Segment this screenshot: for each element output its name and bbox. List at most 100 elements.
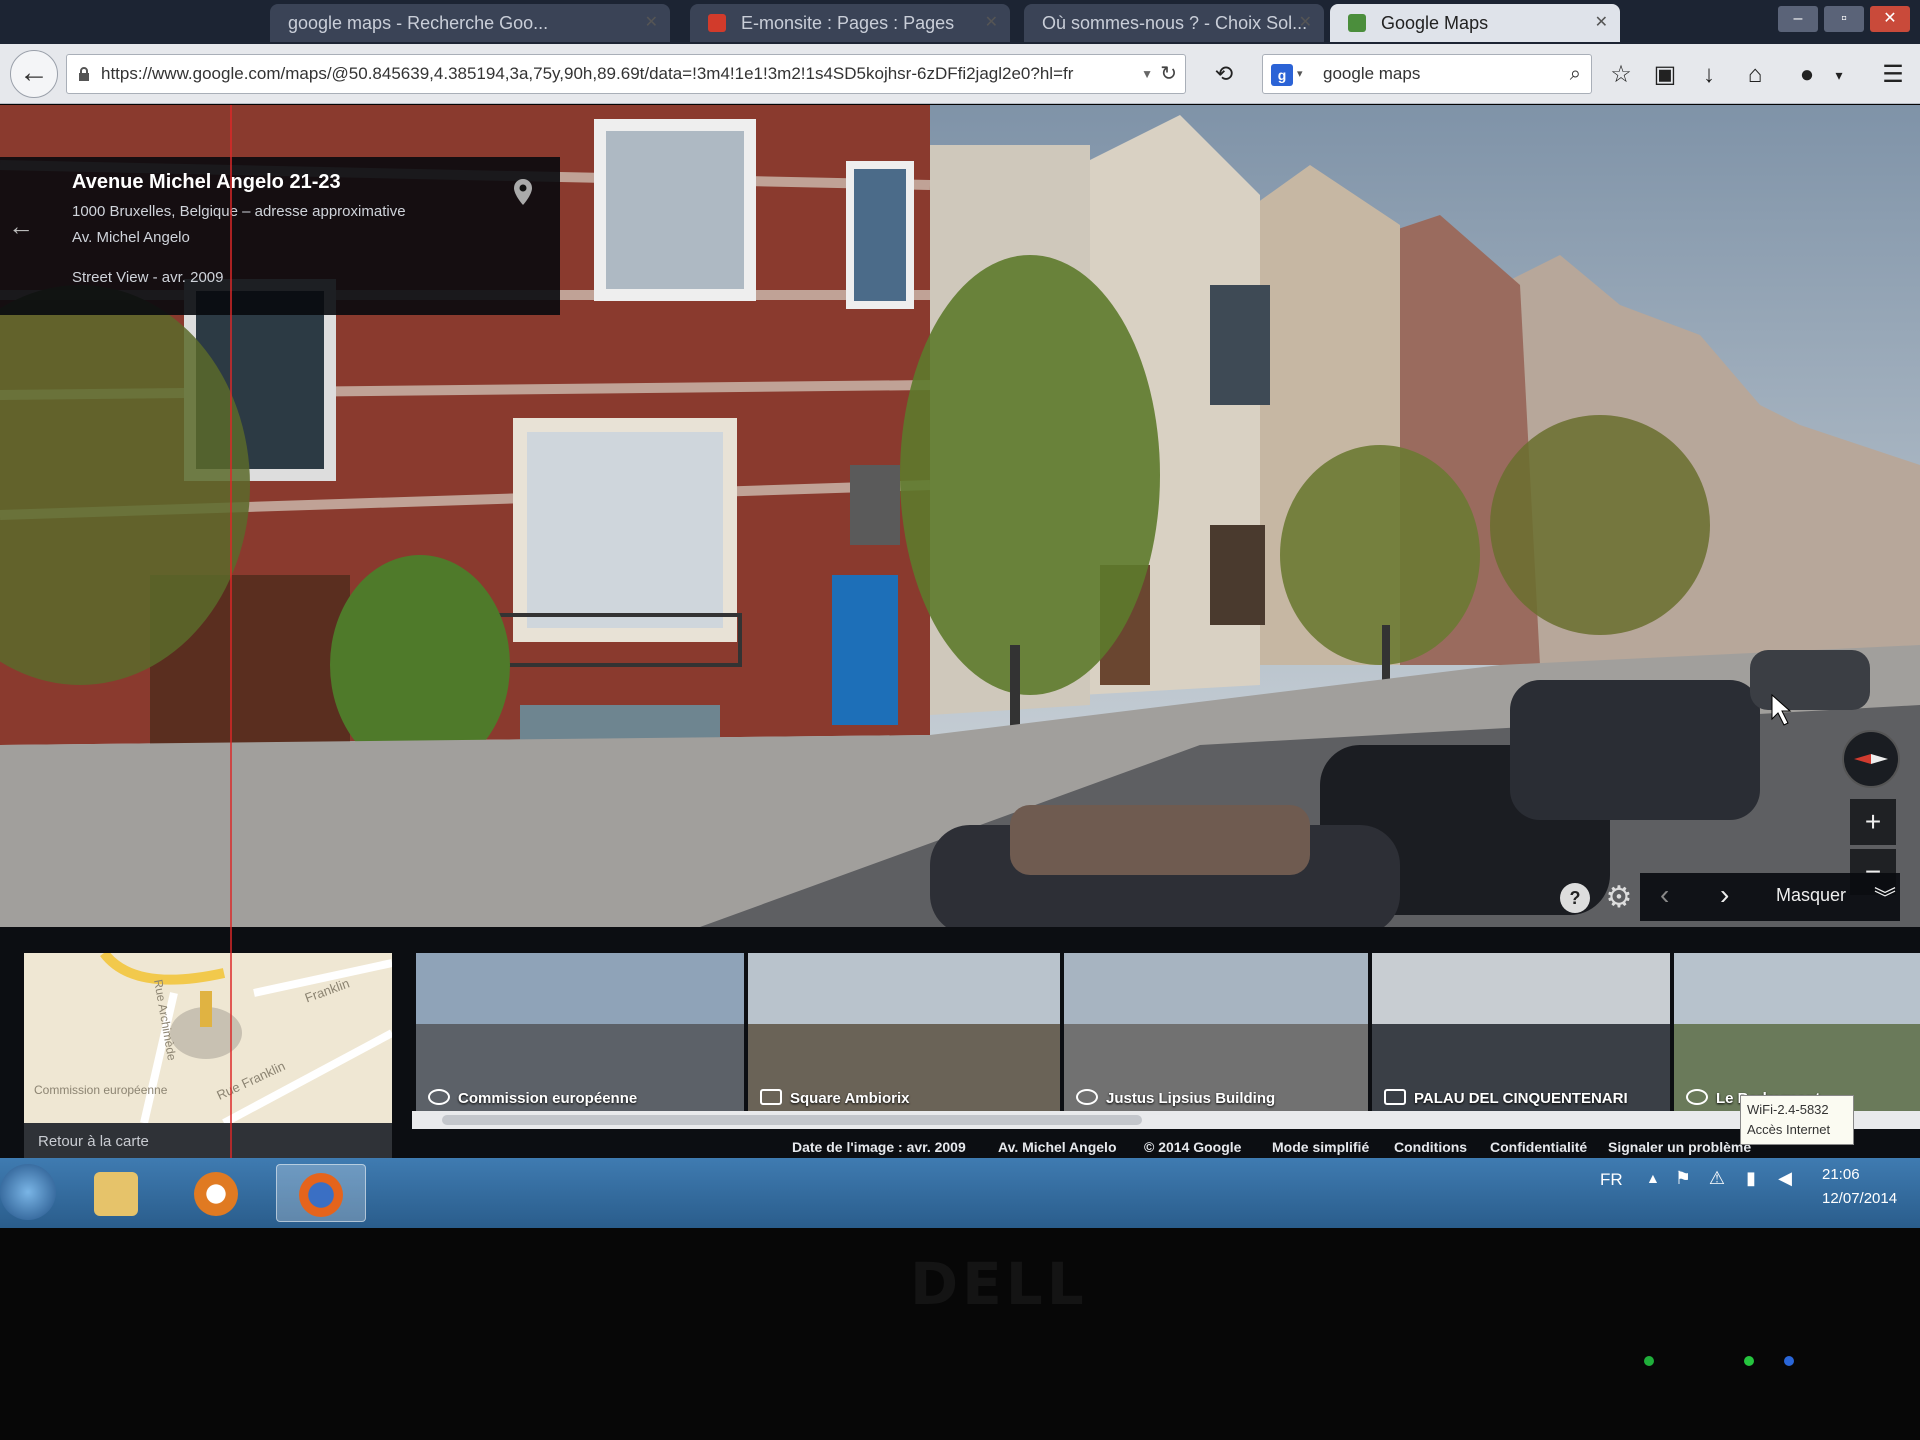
- show-hidden-icons-icon[interactable]: ▲: [1646, 1170, 1660, 1186]
- start-button-icon[interactable]: [0, 1164, 56, 1220]
- addon-dropdown-icon[interactable]: ▾: [1822, 58, 1856, 92]
- clock-time[interactable]: 21:06: [1822, 1166, 1860, 1183]
- taskbar-firefox[interactable]: [276, 1164, 366, 1222]
- window-controls: – ▫ ✕: [1778, 6, 1910, 32]
- clock-date[interactable]: 12/07/2014: [1822, 1190, 1897, 1207]
- action-center-flag-icon[interactable]: ⚑: [1672, 1168, 1694, 1190]
- carousel-scrollbar[interactable]: [412, 1111, 1920, 1129]
- carousel-thumb[interactable]: Justus Lipsius Building: [1064, 953, 1368, 1111]
- carousel-scrollbar-thumb[interactable]: [442, 1115, 1142, 1125]
- tab-label: google maps - Recherche Goo...: [288, 13, 549, 33]
- tab-close-icon[interactable]: ✕: [645, 4, 658, 42]
- url-text: https://www.google.com/maps/@50.845639,4…: [101, 64, 1074, 83]
- carousel-thumb[interactable]: Square Ambiorix: [748, 953, 1060, 1111]
- carousel-thumb[interactable]: PALAU DEL CINQUENTENARI: [1372, 953, 1670, 1111]
- clipboard-icon[interactable]: ▣: [1648, 58, 1682, 92]
- carousel-controls: ‹ › Masquer ︾: [1640, 873, 1900, 921]
- carousel-thumb-label: Justus Lipsius Building: [1076, 1089, 1275, 1107]
- search-icon[interactable]: ⌕: [1570, 55, 1581, 93]
- mini-map-poi-label: Commission européenne: [34, 1083, 168, 1097]
- search-engine-dropdown-icon[interactable]: ▾: [1297, 55, 1303, 93]
- tab-close-icon[interactable]: ✕: [1595, 4, 1608, 42]
- carousel-thumb-label: PALAU DEL CINQUENTENARI: [1384, 1089, 1628, 1107]
- zoom-in-button[interactable]: +: [1850, 799, 1896, 845]
- carousel-thumb[interactable]: Commission européenne: [416, 953, 744, 1111]
- location-address: 1000 Bruxelles, Belgique – adresse appro…: [72, 203, 406, 220]
- street-view-panorama[interactable]: ← Avenue Michel Angelo 21-23 1000 Bruxel…: [0, 105, 1920, 927]
- taskbar-media-player[interactable]: [172, 1164, 262, 1222]
- activity-led-icon: [1784, 1356, 1794, 1366]
- navigation-bar: ← https://www.google.com/maps/@50.845639…: [0, 44, 1920, 104]
- tab-ou-sommes-nous[interactable]: Où sommes-nous ? - Choix Sol... ✕: [1024, 4, 1324, 42]
- carousel-prev-icon[interactable]: ‹: [1660, 879, 1669, 911]
- volume-icon[interactable]: ◀: [1774, 1168, 1796, 1190]
- tab-label: Où sommes-nous ? - Choix Sol...: [1042, 13, 1308, 33]
- carousel-thumb-label: Commission européenne: [428, 1089, 637, 1107]
- wifi-network-name: WiFi-2.4-5832: [1747, 1102, 1829, 1117]
- google-search-engine-icon[interactable]: g: [1271, 64, 1293, 86]
- extension-icon[interactable]: ⟲: [1208, 58, 1240, 90]
- back-button[interactable]: ←: [10, 50, 58, 98]
- tab-emonsite[interactable]: E-monsite : Pages : Pages ✕: [690, 4, 1010, 42]
- camera-icon: [1384, 1089, 1406, 1105]
- map-pin-icon[interactable]: [514, 179, 532, 205]
- search-input[interactable]: g ▾ google maps ⌕: [1262, 54, 1592, 94]
- media-player-icon: [194, 1172, 238, 1216]
- download-icon[interactable]: ↓: [1692, 58, 1726, 92]
- back-to-map-button[interactable]: Retour à la carte: [24, 1123, 392, 1161]
- monitor-bezel: DELL: [0, 1228, 1920, 1440]
- menu-icon[interactable]: ☰: [1876, 58, 1910, 92]
- addon-icon[interactable]: ●: [1790, 58, 1824, 92]
- wifi-tooltip: WiFi-2.4-5832 Accès Internet: [1740, 1095, 1854, 1145]
- close-window-icon[interactable]: ✕: [1870, 6, 1910, 32]
- network-alert-icon[interactable]: ⚠: [1706, 1168, 1728, 1190]
- power-led-icon: [1644, 1356, 1654, 1366]
- url-bar[interactable]: https://www.google.com/maps/@50.845639,4…: [66, 54, 1186, 94]
- taskbar-explorer[interactable]: [72, 1164, 162, 1222]
- info-back-arrow-icon[interactable]: ←: [8, 211, 34, 242]
- browser-tabstrip: google maps - Recherche Goo... ✕ E-monsi…: [0, 0, 1920, 44]
- mini-map[interactable]: Rue Franklin Commission européenne Rue A…: [24, 953, 392, 1123]
- status-led-icon: [1744, 1356, 1754, 1366]
- carousel-thumb-label: Square Ambiorix: [760, 1089, 909, 1107]
- tab-close-icon[interactable]: ✕: [1299, 4, 1312, 42]
- street-view-bottom-bar: ? ⚙ ‹ › Masquer ︾: [0, 873, 1920, 923]
- wifi-signal-icon[interactable]: ▮: [1740, 1168, 1762, 1190]
- minimize-icon[interactable]: –: [1778, 6, 1818, 32]
- input-language[interactable]: FR: [1600, 1170, 1623, 1190]
- search-input-value: google maps: [1323, 64, 1421, 83]
- tab-google-search[interactable]: google maps - Recherche Goo... ✕: [270, 4, 670, 42]
- url-history-dropdown-icon[interactable]: ▼: [1141, 55, 1153, 93]
- emonsite-favicon-icon: [708, 14, 726, 32]
- back-arrow-icon: ←: [19, 56, 49, 89]
- bookmark-star-icon[interactable]: ☆: [1604, 58, 1638, 92]
- camera-icon: [760, 1089, 782, 1105]
- carousel-next-icon[interactable]: ›: [1720, 879, 1729, 911]
- help-icon[interactable]: ?: [1560, 883, 1590, 913]
- capture-date: Street View - avr. 2009: [72, 269, 224, 286]
- tab-close-icon[interactable]: ✕: [985, 4, 998, 42]
- tab-label: E-monsite : Pages : Pages: [741, 13, 955, 33]
- google-maps-favicon-icon: [1348, 14, 1366, 32]
- reload-icon[interactable]: ↻: [1160, 55, 1177, 93]
- hide-carousel-button[interactable]: Masquer: [1776, 885, 1846, 906]
- photo-carousel: Rue Franklin Commission européenne Rue A…: [0, 927, 1920, 1167]
- settings-gear-icon[interactable]: ⚙: [1602, 881, 1636, 915]
- street-view-icon: [428, 1089, 450, 1105]
- compass-icon[interactable]: [1842, 730, 1900, 788]
- wifi-status: Accès Internet: [1747, 1122, 1831, 1137]
- location-street: Av. Michel Angelo: [72, 229, 190, 246]
- maximize-icon[interactable]: ▫: [1824, 6, 1864, 32]
- dell-logo: DELL: [910, 1250, 1088, 1318]
- tab-google-maps[interactable]: Google Maps ✕: [1330, 4, 1620, 42]
- location-title: Avenue Michel Angelo 21-23: [72, 171, 341, 193]
- street-view-icon: [1686, 1089, 1708, 1105]
- firefox-icon: [299, 1173, 343, 1217]
- collapse-chevron-icon[interactable]: ︾: [1874, 881, 1896, 913]
- lock-icon: [79, 67, 89, 81]
- carousel-thumb[interactable]: Le Berlaymont: [1674, 953, 1920, 1111]
- home-icon[interactable]: ⌂: [1738, 58, 1772, 92]
- tab-label: Google Maps: [1381, 13, 1489, 33]
- screen-artifact-line: [230, 105, 232, 1158]
- windows-taskbar: FR ▲ ⚑ ⚠ ▮ ◀ 21:06 12/07/2014: [0, 1158, 1920, 1228]
